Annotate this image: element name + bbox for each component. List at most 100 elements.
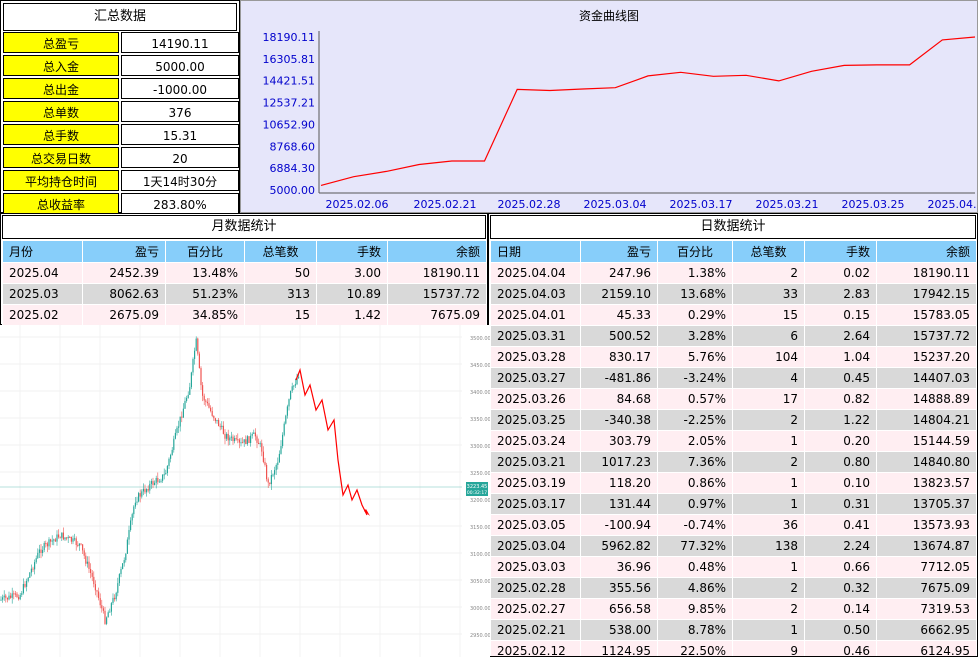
daily-header[interactable]: 日期 (490, 240, 581, 263)
daily-cell: 4.86% (657, 577, 733, 599)
monthly-header[interactable]: 百分比 (165, 240, 245, 263)
monthly-cell: 18190.11 (387, 262, 487, 284)
daily-row[interactable]: 2025.03.31 500.52 3.28% 6 2.64 15737.72 (490, 325, 977, 347)
daily-row[interactable]: 2025.03.05 -100.94 -0.74% 36 0.41 13573.93 (490, 514, 977, 536)
price-candle-body (21, 593, 23, 595)
daily-cell: 656.58 (580, 598, 658, 620)
price-y-tick-label: 3100.00 (470, 552, 490, 558)
daily-row[interactable]: 2025.03.17 131.44 0.97% 1 0.31 13705.37 (490, 493, 977, 515)
monthly-header[interactable]: 余额 (387, 240, 487, 263)
summary-value: 376 (121, 101, 239, 122)
summary-label: 总收益率 (3, 193, 119, 214)
price-candle-body (80, 543, 82, 545)
daily-cell: 1.38% (657, 262, 733, 284)
daily-cell: 0.46 (804, 640, 877, 656)
equity-x-tick-label: 2025.02.06 (326, 198, 389, 211)
daily-header[interactable]: 手数 (804, 240, 877, 263)
price-candle-body (114, 597, 116, 600)
price-candle-body (51, 540, 53, 542)
price-candle-body (290, 390, 292, 400)
daily-row[interactable]: 2025.04.03 2159.10 13.68% 33 2.83 17942.15 (490, 283, 977, 305)
daily-header[interactable]: 余额 (876, 240, 977, 263)
price-candle-body (118, 574, 120, 584)
price-candle-body (128, 530, 130, 540)
daily-cell: 13823.57 (876, 472, 977, 494)
price-candle-body (93, 576, 95, 585)
daily-cell: 7.36% (657, 451, 733, 473)
equity-x-tick-label: 2025.03.21 (756, 198, 819, 211)
daily-cell: 13573.93 (876, 514, 977, 536)
monthly-row[interactable]: 2025.02 2675.09 34.85% 15 1.42 7675.09 (2, 304, 487, 326)
monthly-header[interactable]: 盈亏 (82, 240, 166, 263)
daily-row[interactable]: 2025.03.27 -481.86 -3.24% 4 0.45 14407.03 (490, 367, 977, 389)
price-candle-body (285, 415, 287, 424)
daily-row[interactable]: 2025.02.21 538.00 8.78% 1 0.50 6662.95 (490, 619, 977, 641)
monthly-header[interactable]: 总笔数 (244, 240, 317, 263)
price-candle-body (178, 426, 180, 428)
daily-row[interactable]: 2025.02.12 1124.95 22.50% 9 0.46 6124.95 (490, 640, 977, 656)
price-candle-body (46, 543, 48, 547)
price-candle-body (10, 595, 12, 598)
price-candle-body (238, 439, 240, 443)
daily-row[interactable]: 2025.03.25 -340.38 -2.25% 2 1.22 14804.21 (490, 409, 977, 431)
price-candle-body (218, 419, 220, 427)
daily-row[interactable]: 2025.03.24 303.79 2.05% 1 0.20 15144.59 (490, 430, 977, 452)
daily-stats-table: 日期 盈亏 百分比 总笔数 手数 余额 2025.04.04 247.96 1.38% 2 0.0… (490, 240, 977, 656)
daily-cell: 2025.04.03 (490, 283, 581, 305)
current-time-label: 00:32:17 (467, 490, 487, 496)
daily-header[interactable]: 总笔数 (732, 240, 805, 263)
price-candle-body (90, 568, 92, 573)
price-candle-body (134, 502, 136, 507)
equity-y-tick-label: 5000.00 (270, 184, 316, 197)
price-candle-body (195, 338, 197, 351)
price-candle-body (200, 368, 202, 386)
price-candle-body (179, 416, 181, 427)
daily-cell: 2.83 (804, 283, 877, 305)
daily-row[interactable]: 2025.02.28 355.56 4.86% 2 0.32 7675.09 (490, 577, 977, 599)
daily-row[interactable]: 2025.03.19 118.20 0.86% 1 0.10 13823.57 (490, 472, 977, 494)
daily-cell: 247.96 (580, 262, 658, 284)
daily-cell: -481.86 (580, 367, 658, 389)
daily-cell: 0.29% (657, 304, 733, 326)
daily-row[interactable]: 2025.03.03 36.96 0.48% 1 0.66 7712.05 (490, 556, 977, 578)
daily-row[interactable]: 2025.03.04 5962.82 77.32% 138 2.24 13674.87 (490, 535, 977, 557)
price-candle-body (0, 599, 2, 601)
price-candle-body (250, 435, 252, 443)
price-candle-body (133, 506, 135, 515)
daily-row[interactable]: 2025.02.27 656.58 9.85% 2 0.14 7319.53 (490, 598, 977, 620)
price-candlestick-svg[interactable]: 3500.00 3450.00 3400.00 3350.00 3300.00 3250.… (0, 325, 490, 657)
daily-header[interactable]: 盈亏 (580, 240, 658, 263)
daily-cell: -3.24% (657, 367, 733, 389)
daily-cell: 17942.15 (876, 283, 977, 305)
daily-cell: 2025.04.01 (490, 304, 581, 326)
summary-panel: 汇总数据 总盈亏 14190.11 总入金 5000.00 总出金 -1000.00 总单数… (0, 0, 240, 214)
daily-cell: 131.44 (580, 493, 658, 515)
price-chart-overlay[interactable]: 3500.00 3450.00 3400.00 3350.00 3300.00 3250.… (0, 325, 490, 657)
daily-row[interactable]: 2025.04.04 247.96 1.38% 2 0.02 18190.11 (490, 262, 977, 284)
daily-header[interactable]: 百分比 (657, 240, 733, 263)
monthly-row[interactable]: 2025.04 2452.39 13.48% 50 3.00 18190.11 (2, 262, 487, 284)
price-y-tick-label: 3300.00 (470, 444, 490, 450)
daily-row[interactable]: 2025.03.28 830.17 5.76% 104 1.04 15237.20 (490, 346, 977, 368)
monthly-header[interactable]: 月份 (2, 240, 83, 263)
monthly-row[interactable]: 2025.03 8062.63 51.23% 313 10.89 15737.72 (2, 283, 487, 305)
price-candle-body (189, 387, 191, 395)
monthly-header[interactable]: 手数 (316, 240, 388, 263)
daily-cell: 5.76% (657, 346, 733, 368)
daily-cell: 22.50% (657, 640, 733, 656)
price-candle-body (32, 568, 34, 570)
daily-cell: 355.56 (580, 577, 658, 599)
daily-cell: -340.38 (580, 409, 658, 431)
price-candle-body (14, 593, 16, 595)
equity-x-tick-label: 2025.02.21 (414, 198, 477, 211)
daily-row[interactable]: 2025.03.21 1017.23 7.36% 2 0.80 14840.80 (490, 451, 977, 473)
monthly-cell: 34.85% (165, 304, 245, 326)
price-candle-body (280, 446, 282, 454)
price-y-tick-label: 3000.00 (470, 606, 490, 612)
price-candle-body (242, 442, 244, 444)
daily-cell: 0.41 (804, 514, 877, 536)
price-candle-body (29, 572, 31, 578)
daily-cell: 2025.03.27 (490, 367, 581, 389)
daily-row[interactable]: 2025.04.01 45.33 0.29% 15 0.15 15783.05 (490, 304, 977, 326)
daily-row[interactable]: 2025.03.26 84.68 0.57% 17 0.82 14888.89 (490, 388, 977, 410)
